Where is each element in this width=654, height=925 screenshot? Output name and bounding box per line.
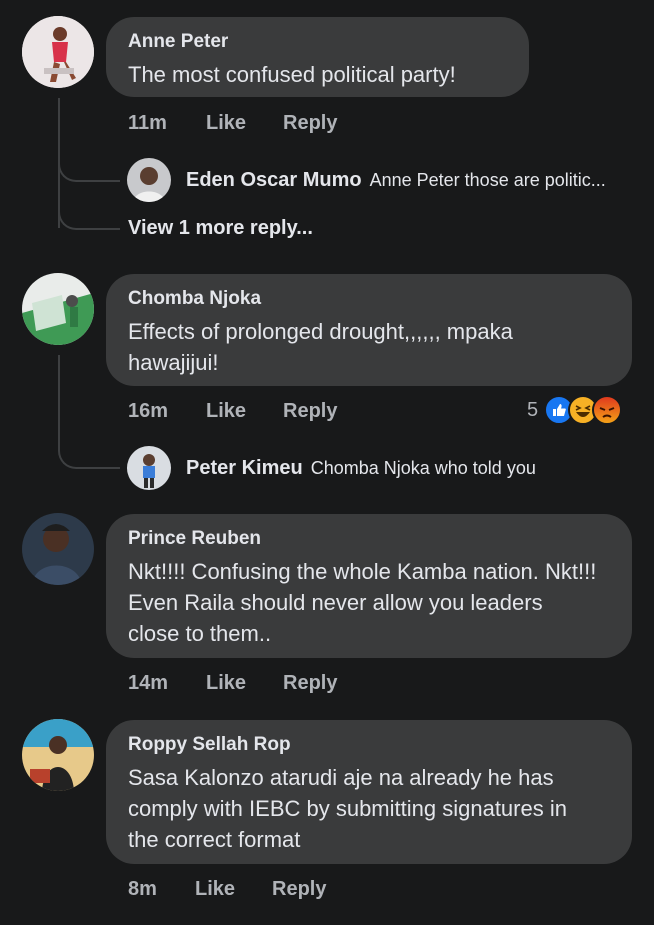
comment-bubble: Roppy Sellah Rop Sasa Kalonzo atarudi aj… (106, 720, 632, 864)
profile-photo-icon (127, 158, 171, 202)
reply-author[interactable]: Eden Oscar Mumo (186, 169, 362, 192)
comment-time[interactable]: 11m (128, 112, 206, 135)
comment-bubble: Anne Peter The most confused political p… (106, 17, 529, 97)
comment-text: Sasa Kalonzo atarudi aje na already he h… (128, 765, 580, 852)
profile-photo-icon (127, 446, 171, 490)
comment-bubble: Chomba Njoka Effects of prolonged drough… (106, 274, 632, 386)
avatar-eden-oscar-mumo[interactable] (127, 158, 171, 202)
view-more-replies-link[interactable]: View 1 more reply... (128, 217, 313, 240)
profile-photo-icon (22, 719, 94, 791)
comment-author[interactable]: Prince Reuben (128, 528, 610, 550)
avatar-anne-peter[interactable] (22, 16, 94, 88)
comment-actions: 11m Like Reply (128, 112, 337, 135)
comment-bubble: Prince Reuben Nkt!!!! Confusing the whol… (106, 514, 632, 658)
reply-author[interactable]: Peter Kimeu (186, 457, 303, 480)
reply-button[interactable]: Reply (283, 400, 337, 423)
profile-photo-icon (22, 513, 94, 585)
comment-text: The most confused political party! (128, 62, 456, 87)
comment-actions: 8m Like Reply (128, 878, 326, 901)
comment-text: Effects of prolonged drought,,,,,, mpaka… (128, 319, 513, 375)
reply-preview[interactable]: Eden Oscar Mumo Anne Peter those are pol… (186, 169, 606, 192)
reply-button[interactable]: Reply (283, 672, 337, 695)
like-button[interactable]: Like (195, 878, 272, 901)
profile-photo-icon (22, 16, 94, 88)
comment-actions: 16m Like Reply (128, 400, 337, 423)
reaction-summary[interactable]: 5 (527, 395, 623, 425)
profile-photo-icon (22, 273, 94, 345)
comment-time[interactable]: 14m (128, 672, 206, 695)
avatar-peter-kimeu[interactable] (127, 446, 171, 490)
reply-button[interactable]: Reply (272, 878, 326, 901)
like-button[interactable]: Like (206, 400, 283, 423)
reply-thread-curve (58, 150, 120, 182)
comment-actions: 14m Like Reply (128, 672, 337, 695)
reply-thread-curve (58, 198, 120, 230)
like-button[interactable]: Like (206, 672, 283, 695)
reply-thread-line (58, 355, 60, 435)
reply-text: Anne Peter those are politic... (369, 170, 606, 190)
comment-author[interactable]: Anne Peter (128, 31, 507, 53)
comment-author[interactable]: Roppy Sellah Rop (128, 734, 610, 756)
reply-thread-curve (58, 435, 120, 469)
angry-reaction-icon (592, 395, 623, 425)
avatar-prince-reuben[interactable] (22, 513, 94, 585)
avatar-roppy-sellah-rop[interactable] (22, 719, 94, 791)
comment-time[interactable]: 8m (128, 878, 195, 901)
comment-author[interactable]: Chomba Njoka (128, 288, 610, 310)
reply-preview[interactable]: Peter Kimeu Chomba Njoka who told you (186, 457, 536, 480)
avatar-chomba-njoka[interactable] (22, 273, 94, 345)
reply-text: Chomba Njoka who told you (310, 458, 536, 478)
comment-text: Nkt!!!! Confusing the whole Kamba nation… (128, 559, 597, 646)
like-button[interactable]: Like (206, 112, 283, 135)
reaction-count: 5 (527, 398, 539, 421)
reply-button[interactable]: Reply (283, 112, 337, 135)
comment-time[interactable]: 16m (128, 400, 206, 423)
